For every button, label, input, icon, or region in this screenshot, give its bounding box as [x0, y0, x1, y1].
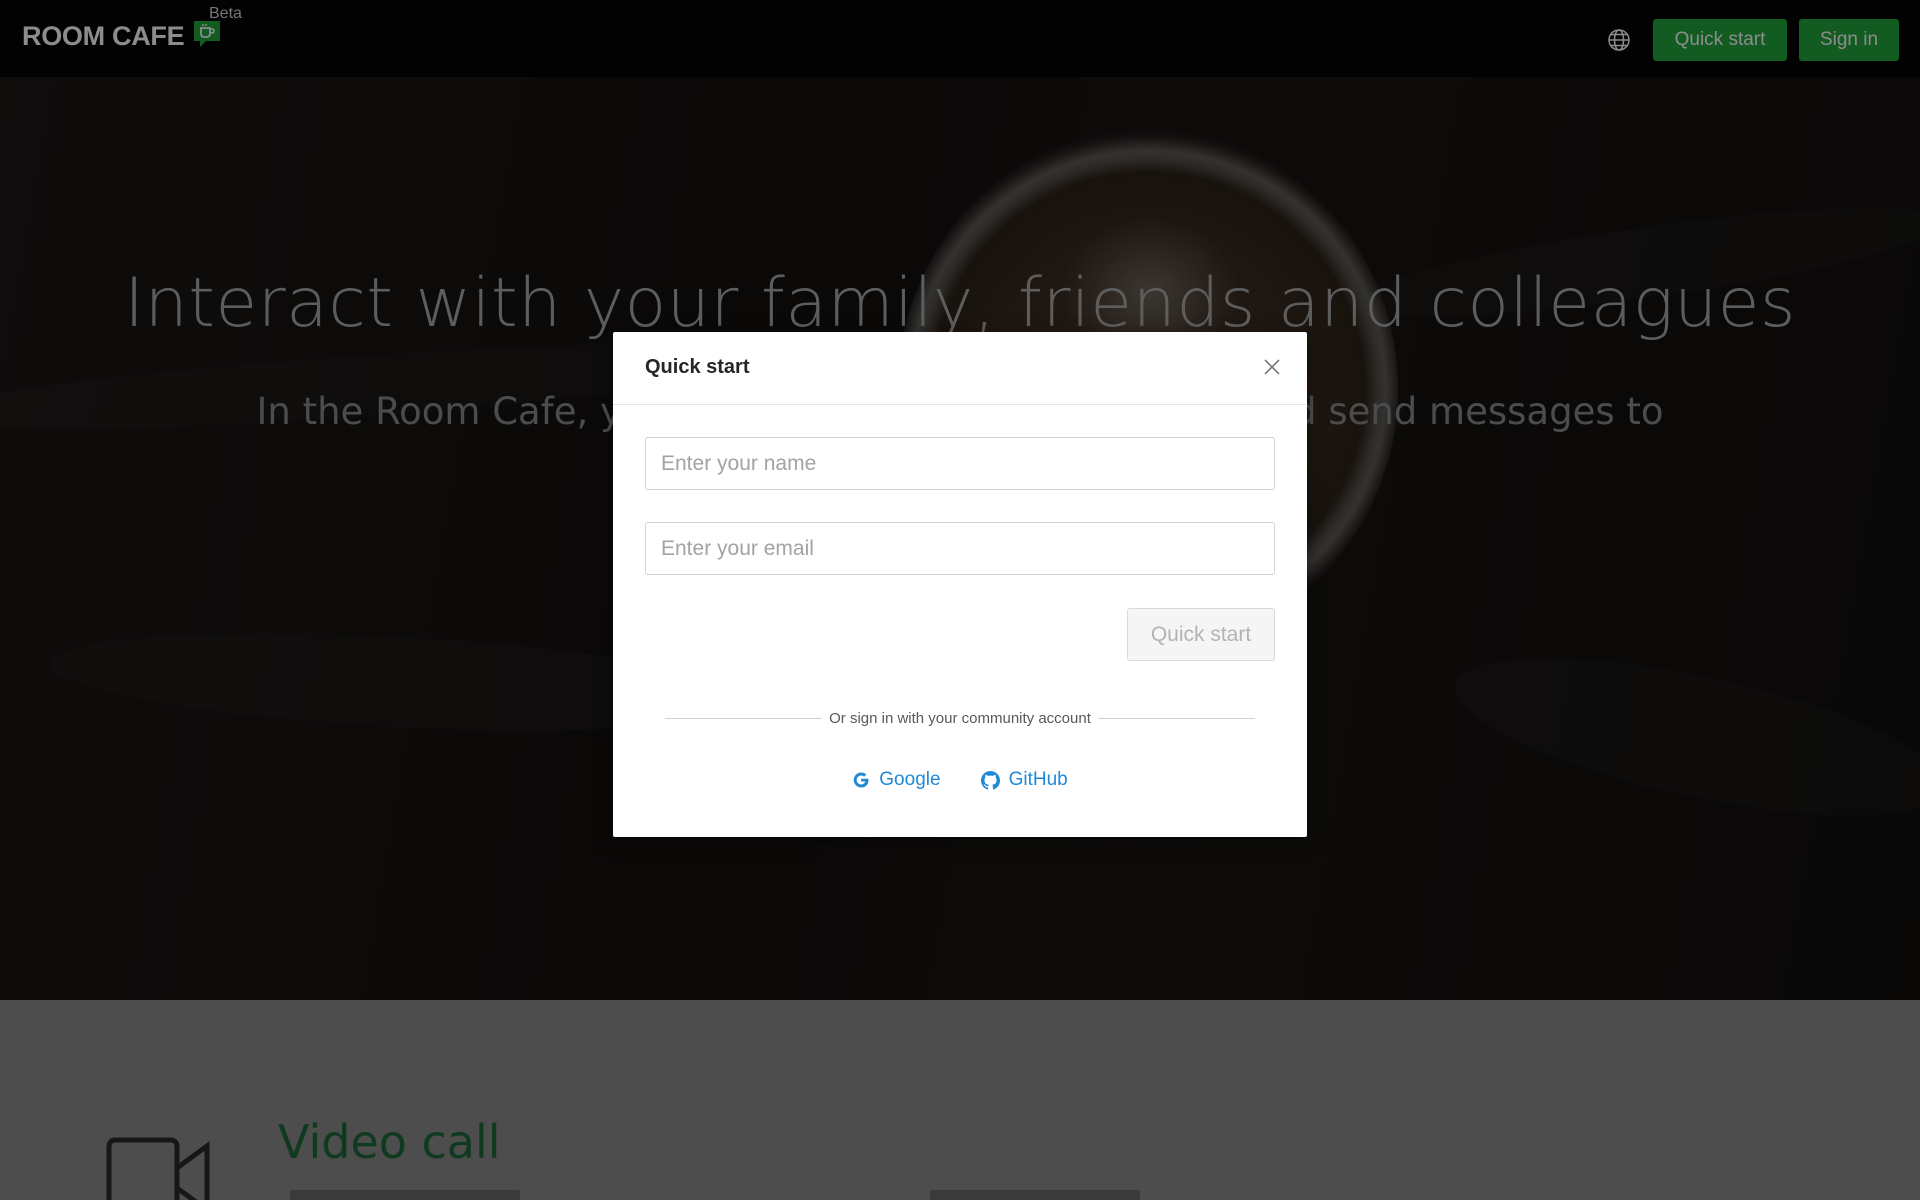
divider-line — [665, 718, 823, 719]
github-login-link[interactable]: GitHub — [980, 769, 1068, 791]
divider-line — [1097, 718, 1255, 719]
modal-header: Quick start — [613, 332, 1307, 405]
social-login-group: Google GitHub — [613, 769, 1307, 791]
divider: Or sign in with your community account — [665, 710, 1255, 727]
google-icon — [853, 772, 869, 788]
quick-start-modal: Quick start Quick start Or sign in with … — [613, 332, 1307, 837]
github-label: GitHub — [1008, 769, 1068, 790]
quick-start-submit-button[interactable]: Quick start — [1127, 608, 1275, 661]
google-login-link[interactable]: Google — [852, 769, 941, 791]
github-icon — [980, 770, 1000, 790]
page: ROOM CAFE Beta Quick start Sign in Inter… — [0, 0, 1920, 1200]
modal-title: Quick start — [645, 356, 750, 378]
close-icon[interactable] — [1263, 358, 1281, 376]
divider-text: Or sign in with your community account — [829, 710, 1091, 727]
name-input[interactable] — [645, 437, 1275, 490]
email-input[interactable] — [645, 522, 1275, 575]
google-label: Google — [879, 769, 941, 790]
